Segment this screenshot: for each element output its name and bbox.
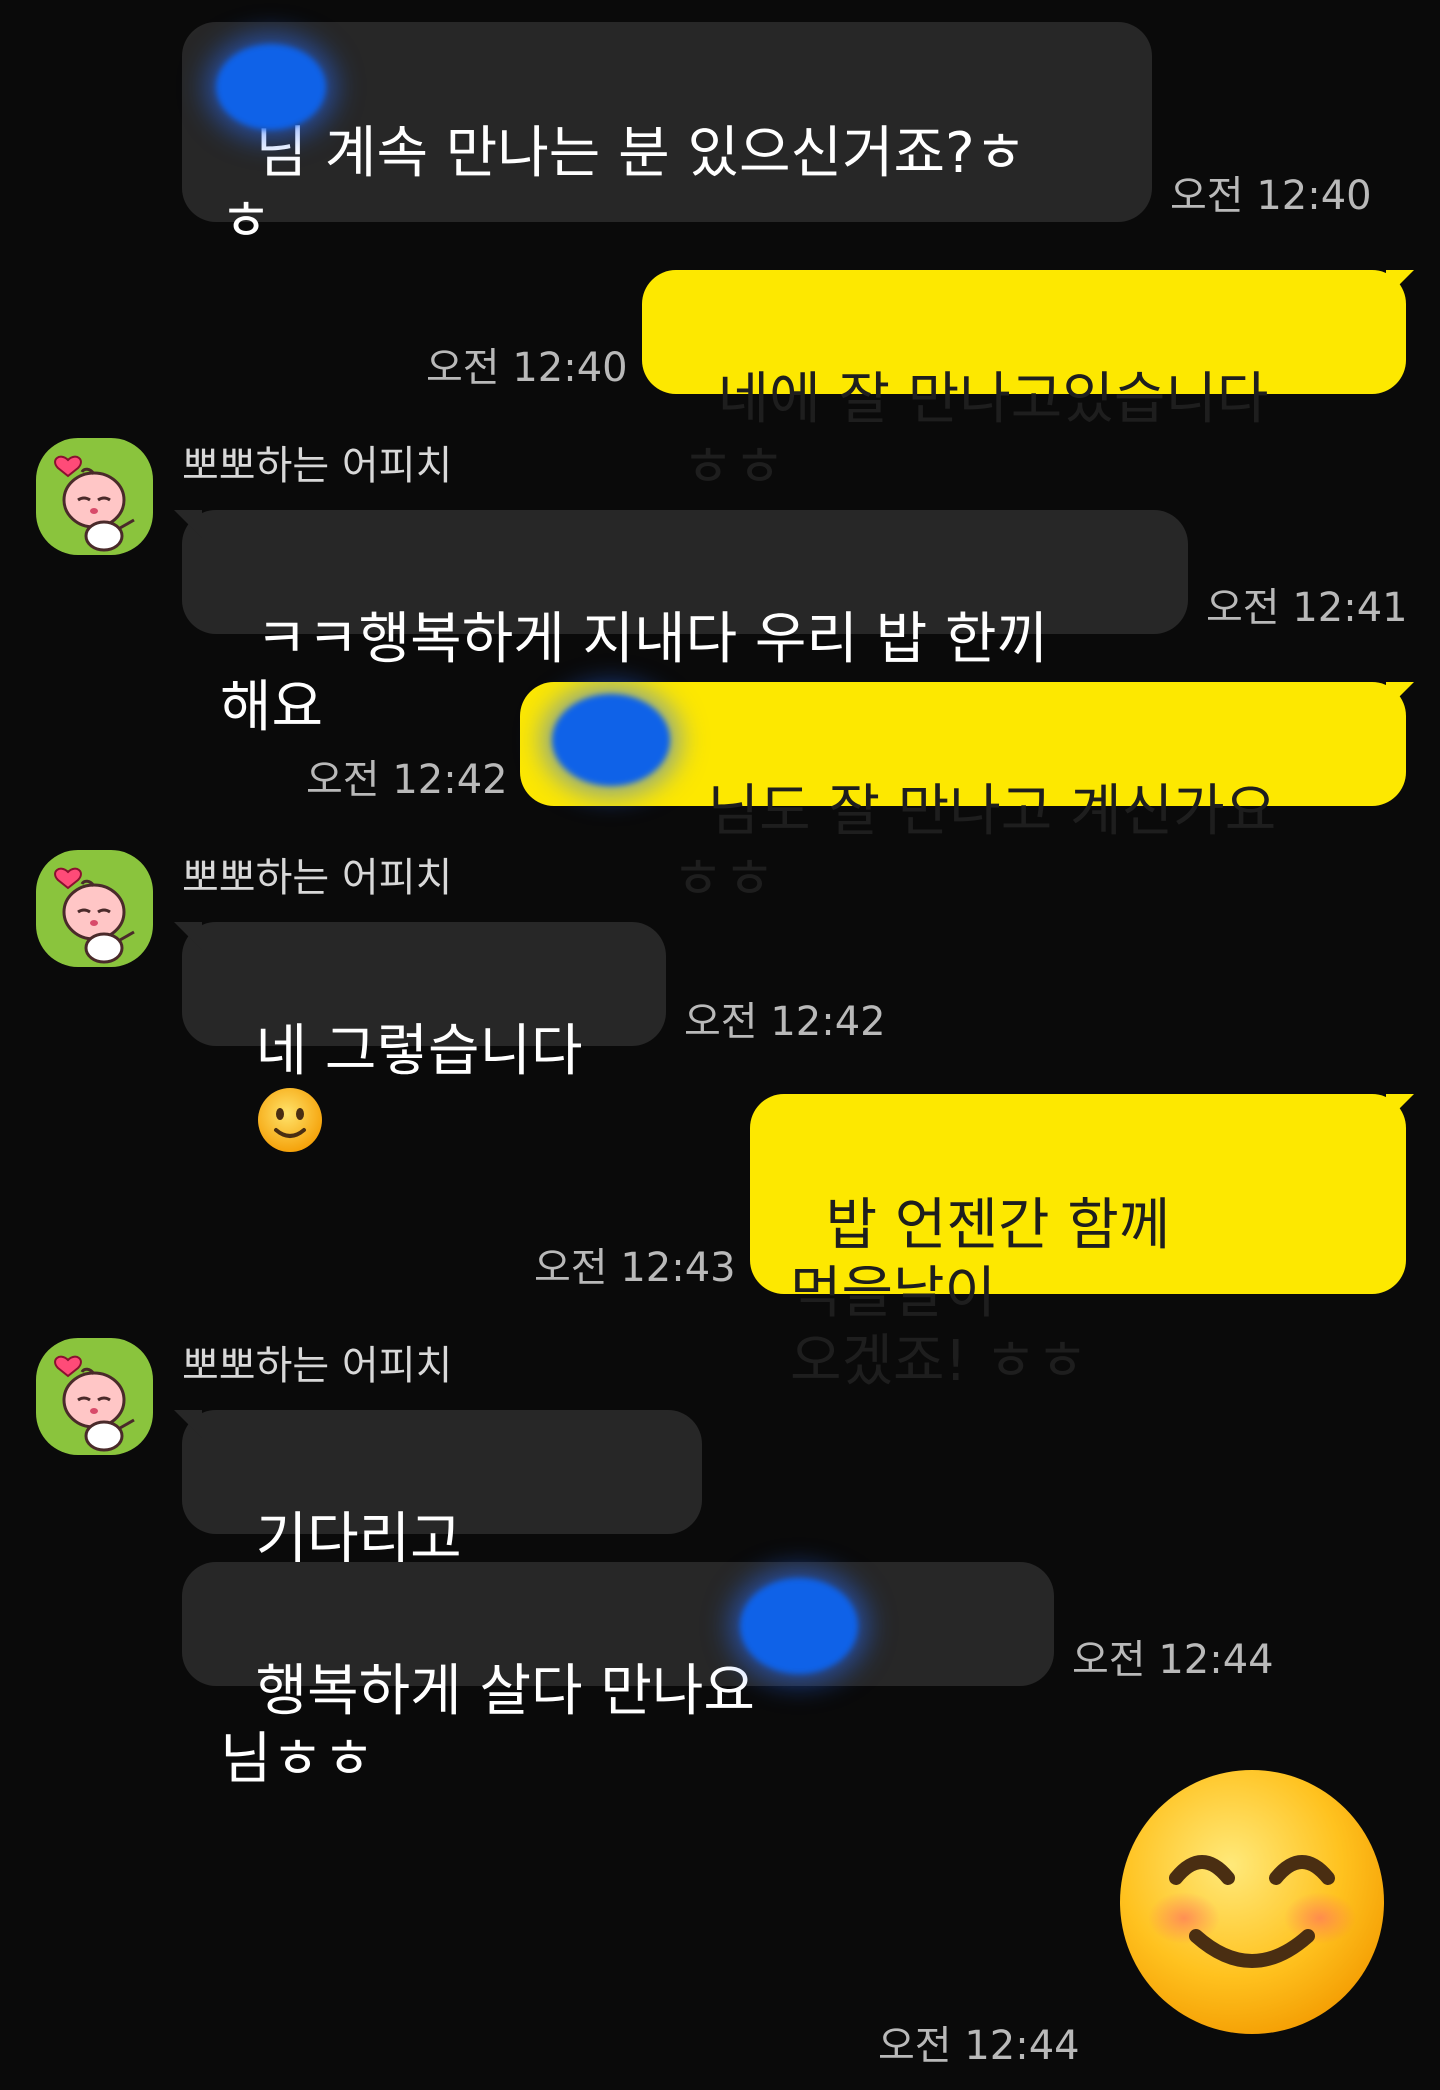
message-text: 네에 잘 만나고있습니다 ㅎㅎ xyxy=(682,367,1287,500)
message-bubble-outgoing[interactable]: 밥 언젠간 함께 먹을날이 오겠죠! ㅎㅎ xyxy=(750,1094,1406,1394)
sender-avatar[interactable] xyxy=(36,850,153,967)
sender-name: 뽀뽀하는 어피치 xyxy=(182,1343,453,1389)
message-text-after: 님ㅎㅎ xyxy=(220,1727,375,1792)
message-timestamp: 오전 12:44 xyxy=(1072,1637,1274,1683)
bubble-tail xyxy=(1386,1094,1414,1122)
bubble-tail xyxy=(174,1410,202,1438)
message-text: 님 계속 만나는 분 있으신거죠?ㅎ ㅎ xyxy=(220,121,1027,254)
message-bubble-incoming[interactable]: 님 계속 만나는 분 있으신거죠?ㅎ ㅎ xyxy=(182,22,1152,254)
bubble-tail xyxy=(1386,270,1414,298)
message-bubble-incoming[interactable]: 기다리고 있을게요 xyxy=(182,1410,702,1640)
message-timestamp: 오전 12:40 xyxy=(426,345,628,391)
redaction-mark xyxy=(552,694,670,786)
smiling-face-with-smiling-eyes-icon[interactable] xyxy=(1118,1768,1386,2036)
message-bubble-outgoing[interactable]: 네에 잘 만나고있습니다 ㅎㅎ xyxy=(642,270,1406,500)
apeach-kiss-avatar-icon xyxy=(54,867,135,964)
message-bubble-incoming[interactable]: ㅋㅋ행복하게 지내다 우리 밥 한끼 해요 xyxy=(182,510,1188,740)
sender-avatar[interactable] xyxy=(36,438,153,555)
apeach-kiss-avatar-icon xyxy=(54,1355,135,1452)
sender-name: 뽀뽀하는 어피치 xyxy=(182,443,453,489)
bubble-tail xyxy=(174,922,202,950)
bubble-tail xyxy=(174,510,202,538)
message-text: 님도 잘 만나고 계신가요 ㅎㅎ xyxy=(672,779,1295,912)
message-timestamp: 오전 12:41 xyxy=(1206,585,1408,631)
message-text: 밥 언젠간 함께 먹을날이 오겠죠! ㅎㅎ xyxy=(790,1193,1171,1394)
message-timestamp: 오전 12:42 xyxy=(684,999,886,1045)
redaction-mark xyxy=(216,44,326,130)
message-bubble-incoming[interactable]: 행복하게 살다 만나요님ㅎㅎ xyxy=(182,1562,1054,1792)
bubble-tail xyxy=(1386,682,1414,710)
message-timestamp: 오전 12:40 xyxy=(1170,173,1372,219)
slightly-smiling-face-icon xyxy=(257,1088,322,1152)
redaction-mark xyxy=(740,1578,858,1674)
message-bubble-incoming[interactable]: 네 그렇습니다 xyxy=(182,922,666,1152)
sender-avatar[interactable] xyxy=(36,1338,153,1455)
apeach-kiss-avatar-icon xyxy=(54,455,135,552)
message-timestamp: 오전 12:42 xyxy=(306,757,508,803)
message-text: 네 그렇습니다 xyxy=(255,1019,583,1084)
message-text-before: 행복하게 살다 만나요 xyxy=(255,1659,755,1724)
message-timestamp: 오전 12:44 xyxy=(878,2023,1080,2069)
message-timestamp: 오전 12:43 xyxy=(534,1245,736,1291)
sender-name: 뽀뽀하는 어피치 xyxy=(182,855,453,901)
